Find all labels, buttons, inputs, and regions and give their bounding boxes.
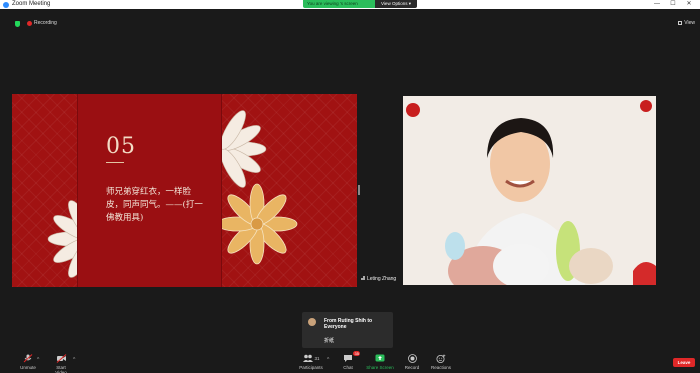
record-icon <box>407 354 417 363</box>
video-camera-off-icon <box>56 354 66 363</box>
grid-view-icon <box>678 20 683 25</box>
window-title: Zoom Meeting <box>12 1 51 7</box>
signal-strength-icon <box>361 276 365 280</box>
slide-number-underline <box>106 162 124 163</box>
participants-icon: 31 <box>298 354 324 363</box>
participant-video[interactable] <box>403 96 656 285</box>
split-divider-handle[interactable] <box>358 185 360 195</box>
video-options-chevron-icon[interactable]: ^ <box>73 357 75 363</box>
share-screen-label: Share Screen <box>366 365 394 370</box>
recording-label[interactable]: Recording <box>34 20 57 26</box>
start-video-label: Start Video <box>55 365 67 373</box>
view-button[interactable]: View <box>678 20 695 26</box>
start-video-button[interactable]: Start Video <box>50 354 72 373</box>
chat-button[interactable]: 35 Chat <box>340 351 361 370</box>
participant-name-label: Leting Zhang <box>361 276 396 282</box>
leave-button[interactable]: Leave <box>673 358 695 367</box>
microphone-muted-icon <box>23 354 33 363</box>
participants-chevron-icon[interactable]: ^ <box>327 357 329 363</box>
unmute-button[interactable]: Unmute <box>18 354 38 370</box>
shared-slide: 05 师兄弟穿红衣，一样脸皮，同声同气。——(打一佛教用具) <box>12 94 357 287</box>
people-icon <box>302 354 313 362</box>
view-label: View <box>684 20 695 26</box>
zoom-logo-icon <box>3 1 9 8</box>
participants-count: 31 <box>314 356 320 361</box>
slide-number: 05 <box>106 134 136 159</box>
meeting-toolbar: Unmute ^ Start Video ^ 31 Participants ^… <box>0 351 700 373</box>
reactions-button[interactable]: Reactions <box>430 354 452 370</box>
minimize-button[interactable]: — <box>651 0 663 9</box>
record-button[interactable]: Record <box>403 354 421 370</box>
participant-name: Leting Zhang <box>367 276 397 282</box>
gold-flower-icon <box>222 183 298 265</box>
chat-notification[interactable]: From Ruting Shih to Everyone 折纸 <box>302 312 393 348</box>
unmute-label: Unmute <box>20 365 36 370</box>
share-screen-button[interactable]: Share Screen <box>366 354 394 370</box>
participants-button[interactable]: 31 Participants <box>298 354 324 370</box>
share-screen-icon <box>375 354 385 362</box>
participants-label: Participants <box>299 365 323 370</box>
close-button[interactable]: ✕ <box>683 0 695 9</box>
slide-riddle-text: 师兄弟穿红衣，一样脸皮，同声同气。——(打一佛教用具) <box>106 187 203 223</box>
record-label: Record <box>404 365 420 370</box>
smiley-icon <box>436 354 446 363</box>
recording-dot-icon <box>27 21 32 26</box>
viewing-screen-banner: You are viewing 's screen <box>303 0 375 8</box>
view-options-button[interactable]: View Options ▾ <box>375 0 417 8</box>
maximize-button[interactable]: ☐ <box>667 0 679 9</box>
chat-message: 折纸 <box>324 338 335 344</box>
chat-sender: From Ruting Shih to Everyone <box>324 318 373 330</box>
chat-bubble-icon <box>344 355 352 362</box>
video-frame-image <box>403 96 656 285</box>
chat-label: Chat <box>343 365 353 370</box>
audio-options-chevron-icon[interactable]: ^ <box>37 357 39 363</box>
reactions-label: Reactions <box>430 365 451 370</box>
avatar <box>308 318 316 326</box>
security-shield-icon[interactable] <box>15 21 20 27</box>
chat-unread-badge: 35 <box>353 351 361 356</box>
